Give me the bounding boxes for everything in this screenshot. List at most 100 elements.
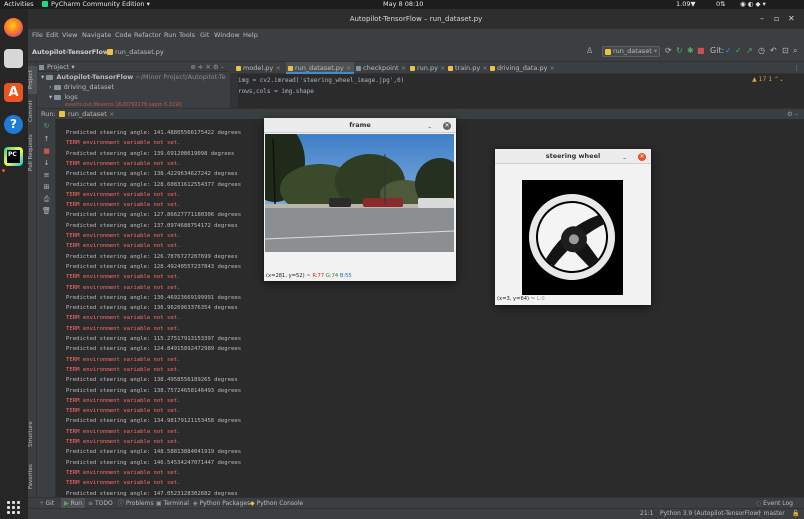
console-error-line[interactable]: TERM environment variable not set.: [66, 139, 181, 147]
git-commit-icon[interactable]: ✓: [735, 47, 742, 55]
menu-code[interactable]: Code: [115, 29, 132, 41]
debug-icon[interactable]: ✱: [687, 47, 694, 55]
minimize-button[interactable]: –: [623, 151, 627, 166]
rollback-icon[interactable]: ↶: [770, 47, 777, 55]
console-error-line[interactable]: TERM environment variable not set.: [66, 273, 181, 281]
menu-file[interactable]: File: [32, 29, 43, 41]
minimize-button[interactable]: –: [428, 120, 432, 135]
close-icon[interactable]: ×: [346, 64, 351, 72]
tree-item-logs[interactable]: ▾ logs: [37, 92, 230, 102]
breadcrumb-file[interactable]: run_dataset.py: [115, 48, 164, 56]
console-output-line[interactable]: Predicted steering angle: 124.8491589247…: [66, 345, 241, 353]
system-status-icons[interactable]: ◉ ◐ ◆ ▾: [740, 0, 766, 9]
close-icon[interactable]: ×: [401, 64, 406, 72]
console-error-line[interactable]: TERM environment variable not set.: [66, 438, 181, 446]
tab-run[interactable]: run.py ×: [408, 62, 445, 74]
search-icon[interactable]: ⌕: [793, 47, 797, 55]
side-tab-favorites[interactable]: Favorites: [28, 460, 37, 494]
code-line[interactable]: img = cv2.imread('steering_wheel_image.j…: [238, 77, 404, 84]
print-icon[interactable]: ⎙: [42, 195, 51, 204]
side-tab-commit[interactable]: Commit: [28, 98, 37, 124]
history-icon[interactable]: ◷: [758, 47, 765, 55]
road-camera-image[interactable]: [265, 134, 454, 252]
pycharm-icon[interactable]: PC: [4, 147, 23, 166]
console-output-line[interactable]: Predicted steering angle: 126.7876727207…: [66, 253, 238, 261]
console-error-line[interactable]: TERM environment variable not set.: [66, 397, 181, 405]
menu-help[interactable]: Help: [243, 29, 258, 41]
close-icon[interactable]: ×: [440, 64, 445, 72]
user-icon[interactable]: ♙: [586, 47, 593, 55]
close-icon[interactable]: ×: [550, 64, 555, 72]
close-icon[interactable]: ×: [275, 64, 280, 72]
files-icon[interactable]: [4, 49, 23, 68]
steering-wheel-titlebar[interactable]: steering wheel – ✕: [495, 149, 651, 164]
app-menu[interactable]: PyCharm Community Edition ▾: [42, 0, 150, 9]
console-error-line[interactable]: TERM environment variable not set.: [66, 469, 181, 477]
tab-checkpoint[interactable]: checkpoint ×: [354, 62, 406, 74]
console-output-line[interactable]: Predicted steering angle: 138.7572465814…: [66, 387, 241, 395]
software-center-icon[interactable]: A: [4, 83, 23, 102]
side-tab-project[interactable]: Project: [28, 66, 37, 94]
pin-icon[interactable]: ⊞: [42, 183, 51, 192]
menu-window[interactable]: Window: [214, 29, 240, 41]
scroll-down-icon[interactable]: ↓: [42, 159, 51, 168]
side-tab-structure[interactable]: Structure: [28, 416, 37, 452]
console-error-line[interactable]: TERM environment variable not set.: [66, 242, 181, 250]
tab-model[interactable]: model.py ×: [234, 62, 281, 74]
python-interpreter[interactable]: Python 3.9 (Autopilot-TensorFlow): [660, 509, 761, 519]
console-output-line[interactable]: Predicted steering angle: 134.9817912115…: [66, 417, 241, 425]
frame-window-titlebar[interactable]: frame – ✕: [264, 118, 456, 133]
console-output-line[interactable]: Predicted steering angle: 130.4692366919…: [66, 294, 241, 302]
console-output-line[interactable]: Predicted steering angle: 138.4229634627…: [66, 170, 238, 178]
console-error-line[interactable]: TERM environment variable not set.: [66, 201, 181, 209]
soft-wrap-icon[interactable]: ≡: [42, 171, 51, 180]
network-indicator[interactable]: 0⇅: [716, 0, 726, 9]
close-icon[interactable]: ×: [482, 64, 487, 72]
tree-item-driving-dataset[interactable]: › driving_dataset: [37, 82, 230, 92]
window-titlebar[interactable]: Autopilot-TensorFlow – run_dataset.py – …: [28, 9, 804, 29]
console-error-line[interactable]: TERM environment variable not set.: [66, 356, 181, 364]
battery-indicator[interactable]: 1.09▼: [676, 0, 695, 9]
caret-position[interactable]: 21:1: [640, 509, 653, 519]
console-error-line[interactable]: TERM environment variable not set.: [66, 160, 181, 168]
menu-view[interactable]: View: [62, 29, 77, 41]
console-output-line[interactable]: Predicted steering angle: 146.5453424707…: [66, 459, 241, 467]
settings-icon[interactable]: ⊡: [782, 47, 789, 55]
run-tab[interactable]: run_dataset: [68, 109, 107, 119]
console-error-line[interactable]: TERM environment variable not set.: [66, 191, 181, 199]
console-error-line[interactable]: TERM environment variable not set.: [66, 284, 181, 292]
code-editor[interactable]: img = cv2.imread('steering_wheel_image.j…: [230, 74, 804, 108]
help-icon[interactable]: ?: [4, 115, 23, 134]
minimize-button[interactable]: –: [760, 14, 764, 23]
close-icon[interactable]: ×: [109, 109, 114, 119]
console-error-line[interactable]: TERM environment variable not set.: [66, 325, 181, 333]
console-output-line[interactable]: Predicted steering angle: 148.5881388404…: [66, 448, 241, 456]
show-applications-icon[interactable]: [7, 501, 20, 514]
console-output-line[interactable]: Predicted steering angle: 128.4924055723…: [66, 263, 241, 271]
console-output-line[interactable]: Predicted steering angle: 136.9626963376…: [66, 304, 238, 312]
rerun-icon[interactable]: ↻: [676, 47, 683, 55]
close-button[interactable]: ✕: [788, 14, 795, 23]
code-line[interactable]: rows,cols = img.shape: [238, 88, 314, 95]
gear-icon[interactable]: ⚙ –: [787, 109, 798, 119]
build-icon[interactable]: ⟳: [665, 47, 672, 55]
firefox-icon[interactable]: [4, 18, 23, 37]
breadcrumb-project[interactable]: Autopilot-TensorFlow: [32, 48, 109, 56]
console-error-line[interactable]: TERM environment variable not set.: [66, 479, 181, 487]
console-output-line[interactable]: Predicted steering angle: 137.0974688754…: [66, 222, 238, 230]
menu-refactor[interactable]: Refactor: [134, 29, 161, 41]
git-push-icon[interactable]: ↗: [746, 47, 753, 55]
scroll-up-icon[interactable]: ↑: [42, 135, 51, 144]
console-output-line[interactable]: Predicted steering angle: 127.8662777118…: [66, 211, 241, 219]
close-button[interactable]: ✕: [638, 153, 646, 161]
console-output-line[interactable]: Predicted steering angle: 139.6912086190…: [66, 150, 234, 158]
rerun-icon[interactable]: ↻: [42, 122, 51, 131]
panel-actions[interactable]: ⊕ ≑ ✕ ⚙ –: [190, 62, 224, 72]
menu-edit[interactable]: Edit: [46, 29, 59, 41]
side-tab-pull-requests[interactable]: Pull Requests: [28, 128, 37, 178]
tab-actions[interactable]: ⋮: [793, 64, 800, 72]
clock[interactable]: May 8 08:10: [383, 0, 423, 9]
run-config-select[interactable]: run_dataset ▾: [602, 46, 660, 57]
activities-button[interactable]: Activities: [4, 0, 34, 9]
git-branch[interactable]: ⑂ master: [758, 509, 785, 519]
